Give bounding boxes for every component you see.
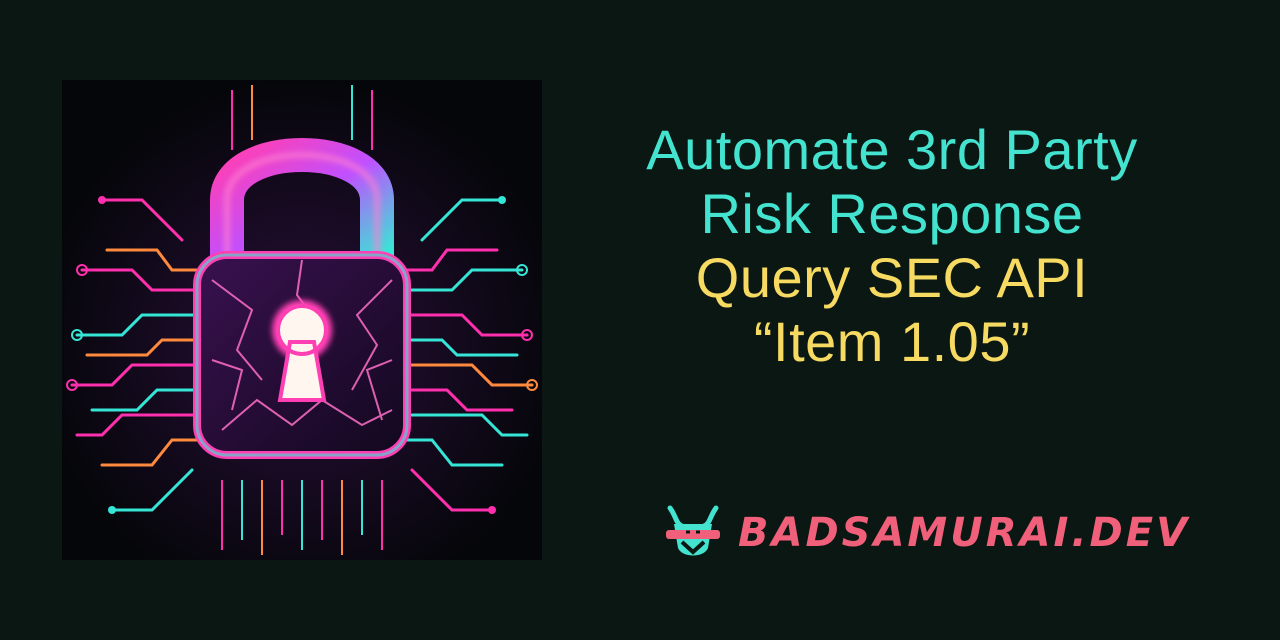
padlock-icon xyxy=(62,80,542,560)
headline-line-4: “Item 1.05” xyxy=(753,310,1031,373)
headline-line-3: Query SEC API xyxy=(695,246,1089,309)
samurai-mask-icon xyxy=(666,505,720,556)
headline-line-2: Risk Response xyxy=(700,182,1084,245)
banner: Automate 3rd Party Risk Response Query S… xyxy=(0,0,1280,640)
headline-line-1: Automate 3rd Party xyxy=(646,118,1138,181)
headline: Automate 3rd Party Risk Response Query S… xyxy=(562,118,1222,374)
brand[interactable]: BADSAMURAI.DEV xyxy=(662,498,1190,568)
brand-text: BADSAMURAI.DEV xyxy=(738,510,1191,556)
